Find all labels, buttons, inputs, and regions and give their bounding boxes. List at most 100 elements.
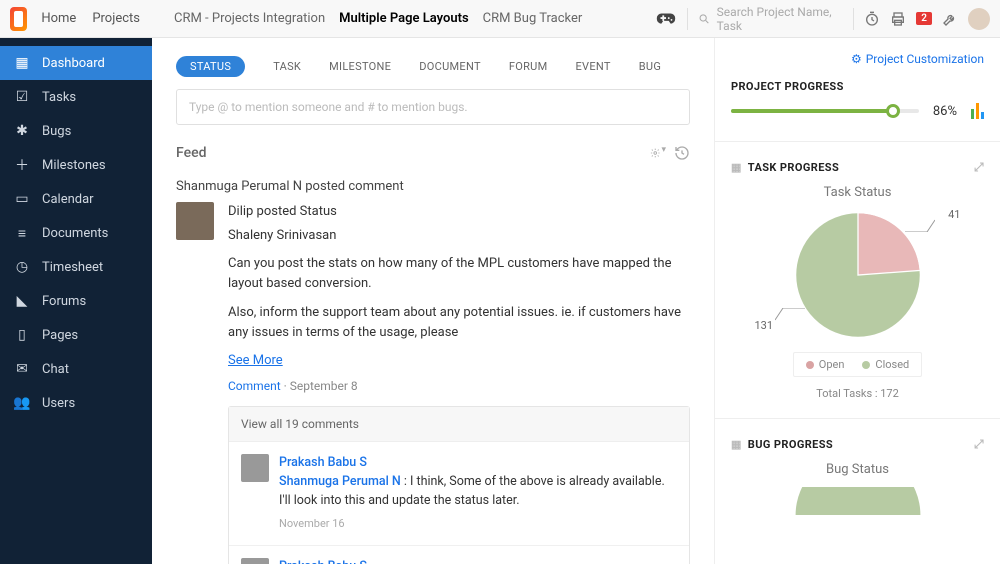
compose-input[interactable]: Type @ to mention someone and # to menti… <box>176 89 690 125</box>
print-icon[interactable] <box>890 11 906 27</box>
right-panel: ⚙Project Customization PROJECT PROGRESS … <box>714 38 1000 564</box>
global-search[interactable]: Search Project Name, Task <box>698 5 843 33</box>
project-progress-title: PROJECT PROGRESS <box>731 80 984 93</box>
post-body-1: Can you post the stats on how many of th… <box>228 254 690 294</box>
timer-icon[interactable] <box>864 11 880 27</box>
chat-icon: ✉ <box>14 361 30 377</box>
breadcrumb-item[interactable]: CRM Bug Tracker <box>483 11 583 26</box>
sidebar-item-chat[interactable]: ✉ Chat <box>0 352 152 386</box>
chart-icon[interactable] <box>971 103 984 119</box>
feed-title: Feed <box>176 145 206 161</box>
page-icon: ▯ <box>14 327 30 343</box>
chart-legend: Open Closed <box>793 352 922 377</box>
tab-milestone[interactable]: MILESTONE <box>329 60 391 73</box>
sidebar-label: Bugs <box>42 124 71 139</box>
bug-progress-title: ▦BUG PROGRESS⤢ <box>731 437 984 452</box>
breadcrumb: CRM - Projects Integration Multiple Page… <box>152 11 645 26</box>
sidebar-item-documents[interactable]: ≡ Documents <box>0 216 152 250</box>
task-status-pie: 41 131 <box>763 210 953 340</box>
sidebar-item-dashboard[interactable]: ▦ Dashboard <box>0 46 152 80</box>
pie-label-closed: 131 <box>755 319 774 332</box>
tab-bug[interactable]: BUG <box>639 60 661 73</box>
check-icon: ☑ <box>14 89 30 105</box>
expand-icon[interactable]: ⤢ <box>974 437 984 452</box>
sidebar-item-calendar[interactable]: ▭ Calendar <box>0 182 152 216</box>
post-activity-line: Shanmuga Perumal N posted comment <box>176 179 690 194</box>
sidebar-item-forums[interactable]: ◣ Forums <box>0 284 152 318</box>
status-line: Dilip posted Status <box>228 202 690 222</box>
nav-home[interactable]: Home <box>33 11 84 26</box>
breadcrumb-item[interactable]: CRM - Projects Integration <box>174 11 325 26</box>
user-avatar[interactable] <box>968 8 990 30</box>
legend-closed[interactable]: Closed <box>862 358 909 371</box>
post-date: September 8 <box>290 379 358 393</box>
sidebar-label: Dashboard <box>42 56 105 71</box>
project-progress: 86% <box>731 103 984 119</box>
tab-event[interactable]: EVENT <box>576 60 611 73</box>
gear-icon[interactable]: ▾ <box>650 145 666 161</box>
comment-avatar[interactable] <box>241 454 269 482</box>
clock-icon: ◷ <box>14 259 30 275</box>
topbar-brand-area: Home Projects <box>0 7 152 31</box>
comment-item: Prakash Babu SShanmuga Perumal N : Stats… <box>229 546 689 564</box>
sidebar-item-tasks[interactable]: ☑ Tasks <box>0 80 152 114</box>
comments-box: View all 19 comments Prakash Babu SShanm… <box>228 406 690 564</box>
calendar-icon: ▭ <box>14 191 30 207</box>
sidebar-label: Calendar <box>42 192 94 207</box>
breadcrumb-item-active[interactable]: Multiple Page Layouts <box>339 11 468 26</box>
topbar-actions: Search Project Name, Task 2 <box>645 5 1000 33</box>
see-more-link[interactable]: See More <box>228 353 283 368</box>
sidebar: ▦ Dashboard ☑ Tasks ✱Bugs ＋ Milestones ▭ Calenda… <box>0 38 152 564</box>
comment-author[interactable]: Prakash Babu S <box>279 558 677 564</box>
sidebar-label: Documents <box>42 226 108 241</box>
legend-open[interactable]: Open <box>806 358 845 371</box>
sidebar-label: Pages <box>42 328 78 343</box>
progress-bar[interactable] <box>731 109 919 113</box>
comment-avatar[interactable] <box>241 558 269 564</box>
mention-line: Shaleny Srinivasan <box>228 226 690 246</box>
app-logo[interactable] <box>10 7 27 31</box>
sidebar-label: Milestones <box>42 158 106 173</box>
sidebar-item-milestones[interactable]: ＋ Milestones <box>0 148 152 182</box>
sidebar-label: Chat <box>42 362 69 377</box>
comment-mention[interactable]: Shanmuga Perumal N <box>279 474 401 489</box>
sidebar-label: Forums <box>42 294 86 309</box>
feed-post: Dilip posted Status Shaleny Srinivasan C… <box>176 202 690 564</box>
feed-header: Feed ▾ <box>176 145 690 161</box>
tab-task[interactable]: TASK <box>273 60 301 73</box>
project-customization-link[interactable]: Project Customization <box>866 52 984 66</box>
megaphone-icon: ◣ <box>14 293 30 309</box>
history-icon[interactable] <box>674 145 690 161</box>
main-content: STATUS TASK MILESTONE DOCUMENT FORUM EVENT BUG… <box>152 38 714 564</box>
total-tasks: Total Tasks : 172 <box>731 387 984 400</box>
tab-document[interactable]: DOCUMENT <box>419 60 481 73</box>
pie-label-open: 41 <box>948 208 960 221</box>
sidebar-label: Users <box>42 396 75 411</box>
comment-date: November 16 <box>279 516 677 533</box>
bug-status-pie-partial <box>793 487 923 517</box>
comment-action[interactable]: Comment <box>228 379 281 393</box>
sidebar-label: Tasks <box>42 90 76 105</box>
sidebar-item-timesheet[interactable]: ◷ Timesheet <box>0 250 152 284</box>
sidebar-label: Timesheet <box>42 260 103 275</box>
comment-item: Prakash Babu SShanmuga Perumal N : I thi… <box>229 442 689 546</box>
plus-icon: ＋ <box>14 157 30 173</box>
sidebar-item-users[interactable]: 👥Users <box>0 386 152 420</box>
sidebar-item-pages[interactable]: ▯ Pages <box>0 318 152 352</box>
comment-author[interactable]: Prakash Babu S <box>279 454 677 473</box>
expand-icon[interactable]: ⤢ <box>974 160 984 175</box>
tab-forum[interactable]: FORUM <box>509 60 548 73</box>
feed-tabs: STATUS TASK MILESTONE DOCUMENT FORUM EVENT BUG <box>176 56 690 77</box>
sidebar-item-bugs[interactable]: ✱Bugs <box>0 114 152 148</box>
post-body-2: Also, inform the support team about any … <box>228 303 690 343</box>
poster-avatar[interactable] <box>176 202 214 240</box>
view-all-comments[interactable]: View all 19 comments <box>229 407 689 443</box>
grid-icon: ▦ <box>14 55 30 71</box>
tab-status[interactable]: STATUS <box>176 56 245 77</box>
nav-projects[interactable]: Projects <box>84 11 148 26</box>
notification-badge[interactable]: 2 <box>916 12 932 25</box>
doc-icon: ≡ <box>14 225 30 241</box>
customize-gear-icon: ⚙ <box>851 52 862 66</box>
wrench-icon[interactable] <box>942 11 958 27</box>
gamepad-icon[interactable] <box>655 8 677 30</box>
